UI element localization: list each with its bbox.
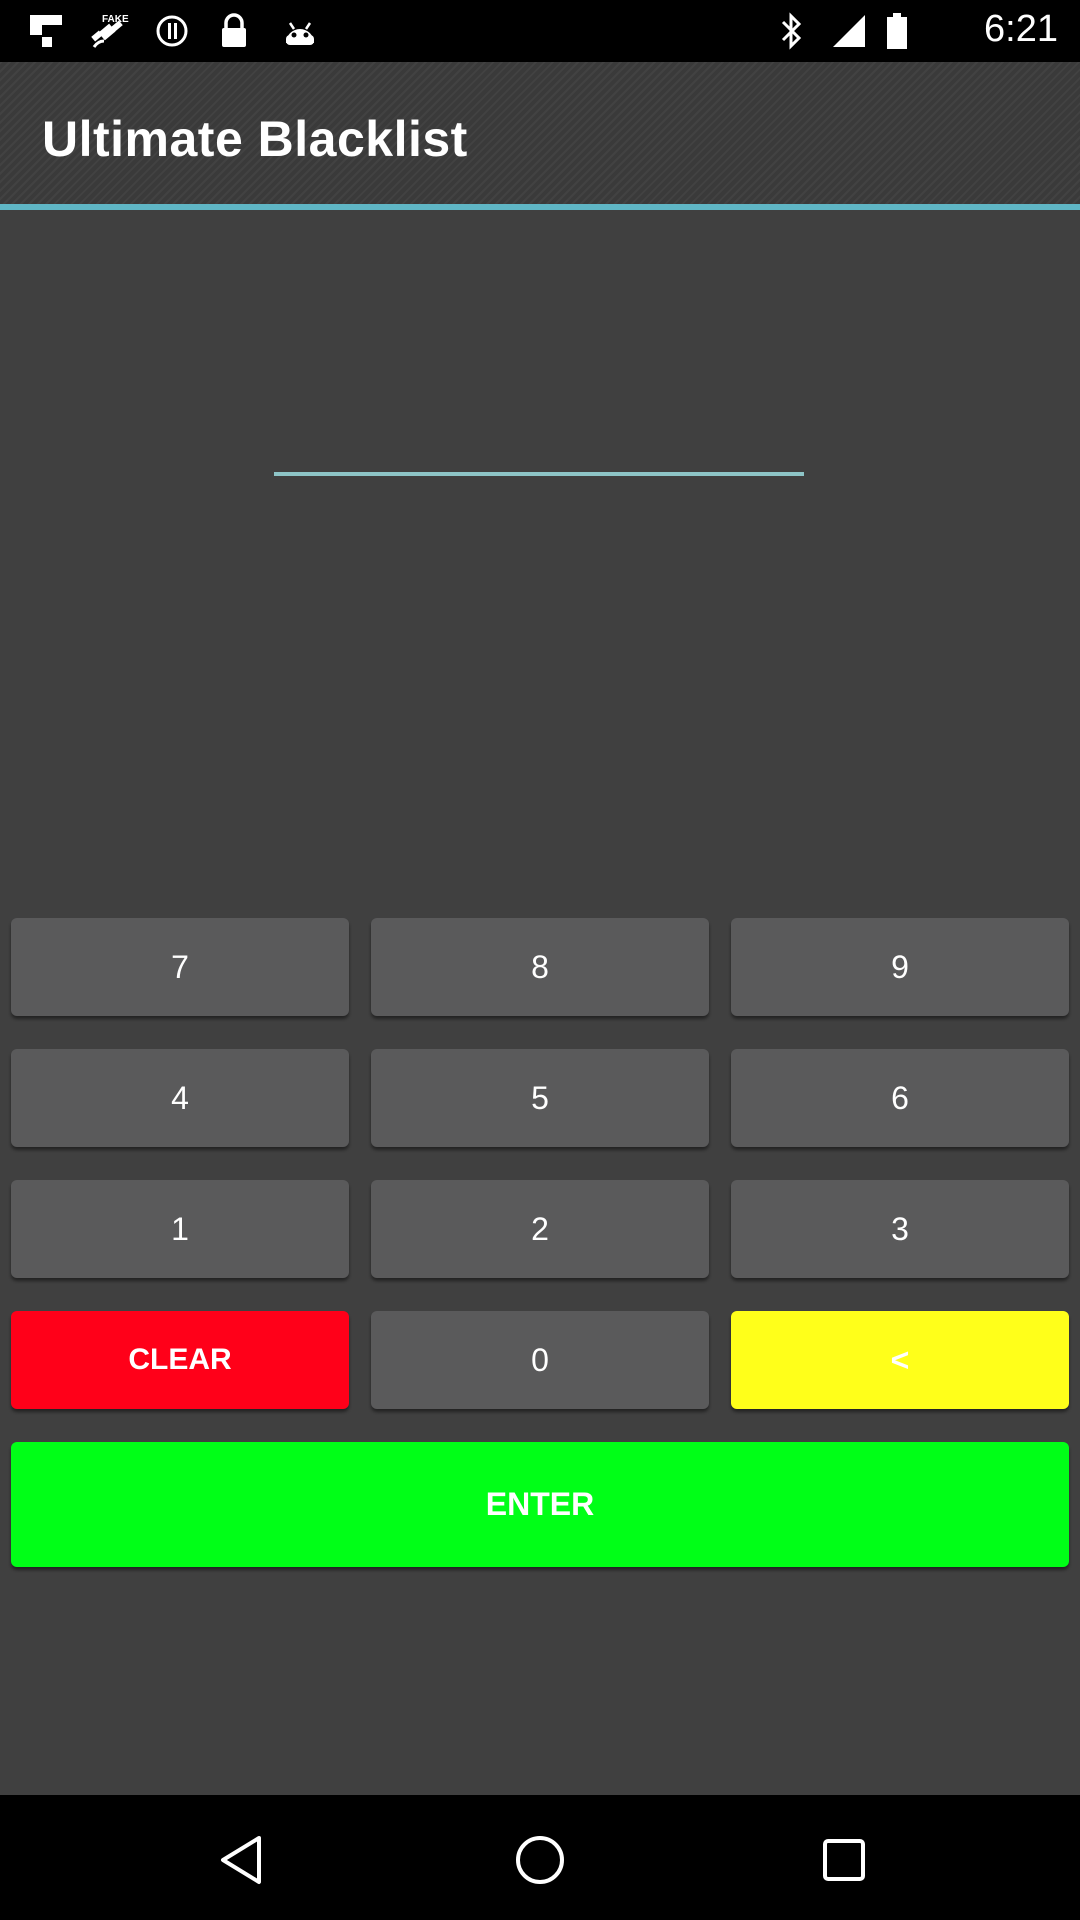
app-title: Ultimate Blacklist (42, 111, 468, 167)
pin-input[interactable] (274, 416, 804, 476)
lock-icon (216, 12, 252, 50)
key-4[interactable]: 4 (11, 1049, 349, 1147)
key-3[interactable]: 3 (731, 1180, 1069, 1278)
navigation-bar (0, 1795, 1080, 1920)
flipboard-icon (26, 12, 66, 50)
key-1[interactable]: 1 (11, 1180, 349, 1278)
back-icon[interactable] (196, 1815, 286, 1905)
clear-button[interactable]: CLEAR (11, 1311, 349, 1409)
key-8[interactable]: 8 (371, 918, 709, 1016)
bluetooth-icon (776, 12, 806, 50)
signal-icon (828, 12, 870, 50)
recents-icon[interactable] (799, 1815, 889, 1905)
key-5[interactable]: 5 (371, 1049, 709, 1147)
alert-circle-icon (152, 12, 192, 50)
android-icon (280, 12, 320, 50)
key-0[interactable]: 0 (371, 1311, 709, 1409)
home-icon[interactable] (495, 1815, 585, 1905)
action-bar: Ultimate Blacklist (0, 62, 1080, 204)
screen: FAKE 6:21 Ultimate Blacklist 7 8 9 4 5 6… (0, 0, 1080, 1920)
status-bar: FAKE 6:21 (0, 0, 1080, 62)
key-2[interactable]: 2 (371, 1180, 709, 1278)
status-time: 6:21 (984, 8, 1058, 50)
backspace-button[interactable]: < (731, 1311, 1069, 1409)
enter-button[interactable]: ENTER (11, 1442, 1069, 1567)
fake-gps-icon: FAKE (86, 12, 134, 50)
battery-icon (884, 12, 910, 50)
key-7[interactable]: 7 (11, 918, 349, 1016)
key-6[interactable]: 6 (731, 1049, 1069, 1147)
key-9[interactable]: 9 (731, 918, 1069, 1016)
